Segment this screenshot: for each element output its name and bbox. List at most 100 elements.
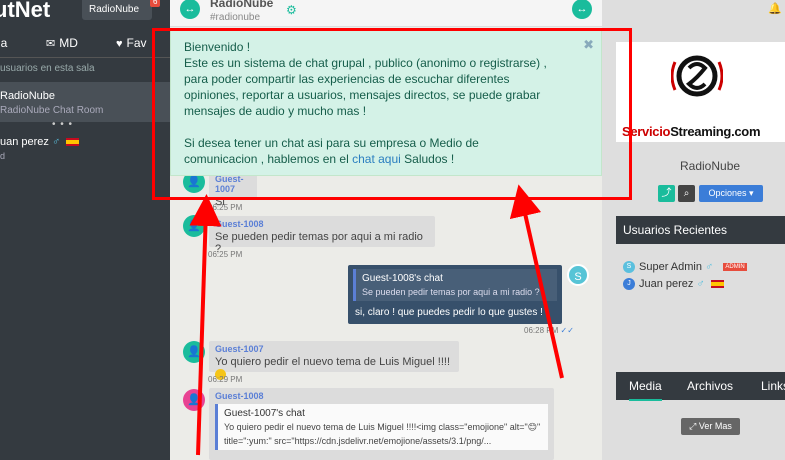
quote-text: title=":yum:" src="https://cdn.jsdelivr.… [224,436,492,446]
recent-user-item[interactable]: S Super Admin ♂ ADMIN [623,261,747,274]
message-author: Guest-1007 [215,344,264,354]
right-panel: 🔔 ServicioStreaming.com RadioNube ⤴ ⌕ Op… [602,0,785,460]
avatar: 👤 [183,215,205,237]
message-author: Guest-1008 [215,219,264,229]
quoted-message: Guest-1007's chat Yo quiero pedir el nue… [215,404,548,450]
chat-link[interactable]: chat aqui [352,152,401,166]
envelope-icon: ✉ [46,38,56,50]
spain-flag-icon [66,138,80,147]
welcome-line: para poder compartir las experiencias de… [184,72,510,86]
ver-mas-button[interactable]: ⤢ Ver Mas [681,418,740,435]
welcome-text: comunicacion , hablemos en el [184,152,349,166]
heart-icon: ♥ [116,38,123,50]
welcome-line: Este es un sistema de chat grupal , publ… [184,56,547,70]
chat-message: Guest-1008 Guest-1007's chat Yo quiero p… [209,388,554,460]
station-logo: ServicioStreaming.com [616,42,785,142]
toggle-right-panel-button[interactable]: ↔ [572,0,592,19]
tab-sala[interactable]: la [0,36,7,50]
logo-text-part: Servicio [622,124,671,139]
double-check-icon: ✓✓ [560,326,574,335]
logo-text: ServicioStreaming.com [622,124,761,139]
typing-indicator: • • • [52,119,74,130]
chat-room-tag: #radionube [210,12,261,23]
quote-author: Guest-1008's chat [362,273,443,284]
recent-users-list: S Super Admin ♂ ADMIN J Juan perez ♂ [616,258,785,298]
avatar: J [623,278,635,291]
welcome-line: mensajes de audio y mucho mas ! [184,104,367,118]
message-text: Yo quiero pedir el nuevo tema de Luis Mi… [215,356,451,368]
quote-text: Se pueden pedir temas por aqui a mi radi… [362,287,540,297]
admin-badge: ADMIN [723,263,747,272]
room-label: RadioNube [680,159,741,173]
chat-room-title: RadioNube [210,0,274,10]
welcome-text: Saludos ! [404,152,455,166]
avatar: 👤 [183,341,205,363]
user-settings-icon[interactable]: ⚙ [286,3,297,17]
search-button[interactable]: ⌕ [678,185,695,202]
sidebar-tabs: la ✉MD ♥Fav [0,28,170,58]
expand-icon: ⤢ [689,421,697,431]
sidebar-user-name: uan perez [0,136,49,148]
welcome-line: comunicacion , hablemos en el chat aqui … [184,151,589,167]
bell-icon[interactable]: 🔔 [768,2,782,15]
avatar: 👤 [183,389,205,411]
brand-title: utNet [0,0,51,22]
message-time: 06:25 PM [208,250,243,259]
message-time: 06:25 PM [208,203,243,212]
quoted-message: Guest-1008's chat Se pueden pedir temas … [353,269,557,301]
chat-message: Guest-1008 Se pueden pedir temas por aqu… [209,216,435,255]
ver-mas-label: Ver Mas [698,421,732,431]
tab-archivos[interactable]: Archivos [687,379,733,393]
recent-user-item[interactable]: J Juan perez ♂ [623,278,724,291]
recent-user-name: Juan perez [639,278,694,290]
welcome-line: Bienvenido ! [184,40,251,54]
share-button[interactable]: ⤴ [658,185,675,202]
chat-header: ↔ RadioNube #radionube ⚙ ↔ [170,0,602,27]
male-icon: ♂ [696,278,705,290]
avatar: S [623,261,635,274]
toggle-left-panel-button[interactable]: ↔ [180,0,200,19]
welcome-alert: ✖ Bienvenido ! Este es un sistema de cha… [170,28,602,176]
message-time-text: 06:28 PM [524,326,559,335]
room-name: RadioNube [0,90,56,102]
tab-md[interactable]: ✉ MD [46,36,78,50]
logo-text-part: Streaming [670,124,732,139]
welcome-line: opiniones, reportar a usuarios, mensajes… [184,88,541,102]
male-icon: ♂ [52,136,61,148]
quote-text: Yo quiero pedir el nuevo tema de Luis Mi… [224,422,541,432]
user-search-input[interactable]: usuarios en esta sala [0,62,170,82]
message-text: Se pueden pedir temas por aqui a mi radi… [215,231,423,255]
own-avatar: S [567,264,589,286]
message-author: Guest-1007 [215,174,244,194]
notification-badge: 6 [150,0,161,7]
tab-fav-label: Fav [126,36,147,50]
spain-flag-icon [710,280,724,289]
message-author: Guest-1008 [215,391,264,401]
streaming-logo-icon [671,55,723,97]
tab-media[interactable]: Media [629,379,662,401]
tab-sala-label: la [0,36,8,50]
close-icon[interactable]: ✖ [583,37,594,53]
room-subtitle: RadioNube Chat Room [0,105,104,116]
logo-text-part: .com [731,124,761,139]
media-tabs: Media Archivos Links [616,372,785,401]
recent-user-name: Super Admin [639,261,702,273]
sidebar-user-sub: d [0,151,6,161]
recent-users-title: Usuarios Recientes [616,216,785,244]
quote-author: Guest-1007's chat [224,408,305,419]
tab-links[interactable]: Links [761,379,785,393]
sidebar-user-item[interactable]: uan perez ♂ [0,136,80,148]
own-chat-message: Guest-1008's chat Se pueden pedir temas … [348,265,562,324]
message-time: 06:29 PM [208,375,243,384]
room-chip[interactable]: RadioNube [82,0,152,20]
chat-message: Guest-1007 Yo quiero pedir el nuevo tema… [209,341,459,380]
options-dropdown[interactable]: Opciones ▾ [699,185,763,202]
tab-md-label: MD [59,36,78,50]
message-time: 06:28 PM ✓✓ [524,326,574,335]
tab-fav[interactable]: ♥ Fav [116,36,147,50]
sidebar: utNet RadioNube 6 la ✉MD ♥Fav usuarios e… [0,0,170,460]
welcome-line: Si desea tener un chat asi para su empre… [184,136,479,150]
male-icon: ♂ [705,261,714,273]
room-list-item[interactable]: RadioNube RadioNube Chat Room [0,82,170,122]
message-text: si, claro ! que puedes pedir lo que gust… [355,307,543,318]
